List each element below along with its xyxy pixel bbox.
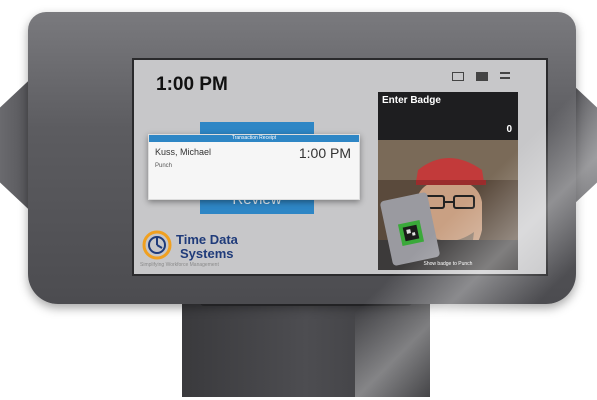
- tablet-screen: 1:00 PM Review Transaction Receipt Kuss,…: [132, 58, 548, 276]
- logo-name-line2: Systems: [180, 246, 234, 261]
- employee-name: Kuss, Michael: [155, 147, 212, 157]
- logo-name-line1: Time Data: [176, 232, 238, 247]
- badge-input-value: 0: [506, 124, 512, 135]
- camera-caption: Show badge to Punch: [423, 261, 473, 267]
- battery-icon: [452, 72, 464, 81]
- receipt-time: 1:00 PM: [298, 145, 351, 161]
- camera-person-image: [378, 140, 518, 270]
- menu-icon[interactable]: [500, 72, 510, 79]
- badge-title: Enter Badge: [382, 95, 441, 106]
- mail-icon[interactable]: [476, 72, 488, 81]
- badge-entry-panel[interactable]: Enter Badge 0: [378, 92, 518, 140]
- camera-preview: Show badge to Punch: [378, 140, 518, 270]
- tablet-enclosure: 1:00 PM Review Transaction Receipt Kuss,…: [28, 12, 576, 304]
- punch-action: Punch: [155, 163, 173, 169]
- transaction-receipt: Transaction Receipt Kuss, Michael Punch …: [148, 134, 360, 200]
- clock-runner-icon: [142, 230, 172, 260]
- clock-time: 1:00 PM: [156, 74, 228, 95]
- company-logo: Time Data Systems Simplifying Workforce …: [140, 226, 280, 272]
- status-icons: [452, 72, 510, 81]
- receipt-title: Transaction Receipt: [149, 135, 359, 142]
- logo-tagline: Simplifying Workforce Management: [140, 262, 219, 268]
- kiosk-stand: [182, 300, 430, 397]
